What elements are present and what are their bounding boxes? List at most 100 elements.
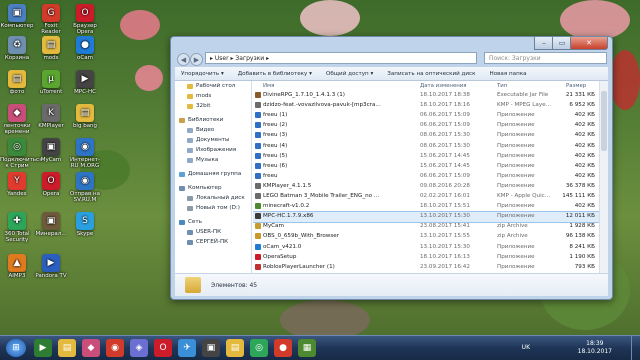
nav-item[interactable]: Рабочий стол: [187, 83, 235, 89]
file-row[interactable]: dzidzo-feat.-vovazilvova-pavuk-[mp3cra..…: [253, 101, 600, 111]
file-row[interactable]: freeu (6) 15.06.2017 14:45 Приложение 402 К…: [253, 162, 600, 172]
desktop-shortcut[interactable]: ▤ mods: [34, 36, 68, 61]
scrollbar-thumb[interactable]: [601, 91, 607, 151]
nav-item[interactable]: 32bit: [187, 103, 210, 109]
file-row[interactable]: OperaSetup 18.10.2017 16:13 Приложение 1 19…: [253, 253, 600, 263]
file-row[interactable]: MyCam 23.08.2017 15:41 zip Archive 1 928 КБ: [253, 222, 600, 232]
taskbar-media-icon[interactable]: ◆: [82, 339, 100, 357]
nav-item[interactable]: Локальный диск: [187, 195, 245, 201]
nav-item-label: Изображения: [196, 147, 237, 153]
file-row[interactable]: freeu (4) 08.06.2017 15:30 Приложение 402 К…: [253, 142, 600, 152]
share-button[interactable]: Общий доступ ▾: [326, 71, 373, 77]
file-row[interactable]: MPC-HC.1.7.9.x86 13.10.2017 15:30 Приложен…: [253, 211, 600, 224]
taskbar-app5-icon[interactable]: ◈: [130, 339, 148, 357]
file-row[interactable]: KMPlayer_4.1.1.5 09.08.2016 20:28 Приложен…: [253, 182, 600, 192]
taskbar-explorer2-icon[interactable]: ▤: [226, 339, 244, 357]
nav-item[interactable]: Сеть: [179, 219, 202, 225]
desktop-shortcut[interactable]: ◉ Интернет-RU M.ORG: [68, 138, 102, 169]
desktop-shortcut[interactable]: O Opera: [34, 172, 68, 197]
net-icon: [179, 219, 185, 225]
file-row[interactable]: freeu (2) 06.06.2017 15:09 Приложение 402 К…: [253, 121, 600, 131]
burn-disc-button[interactable]: Записать на оптический диск: [387, 71, 475, 77]
taskbar-app8-icon[interactable]: ▣: [202, 339, 220, 357]
desktop-shortcut[interactable]: ◉ Отправ на SV.RU.M: [68, 172, 102, 203]
desktop-shortcut[interactable]: S Skype: [68, 212, 102, 237]
show-desktop-button[interactable]: [631, 336, 640, 360]
desktop-shortcut[interactable]: µ uTorrent: [34, 70, 68, 95]
taskbar-app10-icon[interactable]: ◎: [250, 339, 268, 357]
column-header-type[interactable]: Тип: [497, 81, 507, 90]
file-row[interactable]: freeu 06.06.2017 15:09 Приложение 402 КБ: [253, 172, 600, 182]
taskbar-app7-icon[interactable]: ✈: [178, 339, 196, 357]
organize-button[interactable]: Упорядочить ▾: [181, 71, 224, 77]
pavement-decoration: [280, 300, 370, 340]
nav-item[interactable]: USER-ПК: [187, 229, 221, 235]
nav-item[interactable]: Музыка: [187, 157, 218, 163]
minimize-button[interactable]: –: [534, 37, 554, 50]
maximize-button[interactable]: ▭: [552, 37, 572, 50]
desktop-shortcut[interactable]: Y Yandex: [0, 172, 34, 197]
file-row[interactable]: freeu (3) 08.06.2017 15:30 Приложение 402 К…: [253, 131, 600, 141]
file-row[interactable]: freeu (1) 06.06.2017 15:09 Приложение 402 К…: [253, 111, 600, 121]
taskbar-chrome-icon[interactable]: ◉: [106, 339, 124, 357]
back-button[interactable]: ◀: [177, 53, 190, 66]
taskbar-opera-icon[interactable]: O: [154, 339, 172, 357]
add-to-library-button[interactable]: Добавить в библиотеку ▾: [238, 71, 312, 77]
nav-item[interactable]: Изображения: [187, 147, 236, 153]
desktop-shortcut[interactable]: ▣ Минерал...: [34, 212, 68, 237]
desktop-shortcut[interactable]: ♻ Корзина: [0, 36, 34, 61]
column-header-size[interactable]: Размер: [566, 81, 586, 90]
nav-item[interactable]: Новый том (D:): [187, 205, 240, 211]
clock[interactable]: 18:39 18.10.2017: [578, 340, 612, 356]
taskbar-app12-icon[interactable]: ▦: [298, 339, 316, 357]
file-row[interactable]: oCam_v421.0 13.10.2017 15:30 Приложение 8 2…: [253, 243, 600, 253]
desktop-shortcut[interactable]: ◆ ленточки времени: [0, 104, 34, 135]
taskbar-app11-icon[interactable]: ●: [274, 339, 292, 357]
desktop-shortcut[interactable]: K KMPlayer: [34, 104, 68, 129]
column-header-name[interactable]: Имя: [263, 81, 274, 90]
shortcut-icon: K: [42, 104, 60, 122]
file-row[interactable]: RobloxPlayerLauncher (1) 23.09.2017 16:42…: [253, 263, 600, 273]
nav-item[interactable]: СЕРГЕЙ-ПК: [187, 239, 228, 245]
desktop-shortcut[interactable]: ▣ MyCam: [34, 138, 68, 163]
file-row[interactable]: DivineRPG_1.7.10_1.4.1.3 (1) 18.10.2017 1…: [253, 91, 600, 101]
desktop-shortcut[interactable]: ◎ Подключиться к Стрим: [0, 138, 42, 169]
desktop-shortcut[interactable]: ▤ фото: [0, 70, 34, 95]
address-bar[interactable]: ▸ User ▸ Загрузки ▸: [205, 52, 477, 64]
vertical-scrollbar[interactable]: [599, 81, 608, 273]
file-name: minecraft-v1.0.2: [263, 203, 310, 210]
nav-item[interactable]: mods: [187, 93, 211, 99]
file-row[interactable]: minecraft-v1.0.2 18.10.2017 15:51 Приложен…: [253, 202, 600, 212]
taskbar-player-icon[interactable]: ▶: [34, 339, 52, 357]
nav-item[interactable]: Компьютер: [179, 185, 222, 191]
search-input[interactable]: Поиск: Загрузки: [484, 52, 607, 64]
desktop-shortcut[interactable]: ✚ 360 Total Security: [0, 212, 34, 243]
language-indicator[interactable]: UK: [522, 344, 530, 351]
window-titlebar[interactable]: – ▭ ✕: [171, 37, 612, 51]
shortcut-icon: ▲: [8, 254, 26, 272]
explorer-window[interactable]: – ▭ ✕ ◀ ▶ ▸ User ▸ Загрузки ▸ Поиск: Заг…: [170, 36, 613, 300]
start-button[interactable]: ⊞: [6, 339, 26, 357]
column-header-date[interactable]: Дата изменения: [420, 81, 467, 90]
taskbar-explorer-icon[interactable]: ▤: [58, 339, 76, 357]
nav-item[interactable]: Видео: [187, 127, 214, 133]
desktop-shortcut[interactable]: ● oCam: [68, 36, 102, 61]
new-folder-button[interactable]: Новая папка: [489, 71, 526, 77]
nav-item[interactable]: Документы: [187, 137, 229, 143]
nav-item[interactable]: Домашняя группа: [179, 171, 241, 177]
close-button[interactable]: ✕: [570, 37, 608, 50]
file-row[interactable]: OBS_0_659b_With_Browser 13.10.2017 15:55 z…: [253, 232, 600, 242]
desktop-shortcut[interactable]: G Foxit Reader: [34, 4, 68, 35]
file-row[interactable]: freeu (5) 15.06.2017 14:45 Приложение 402 К…: [253, 152, 600, 162]
file-row[interactable]: LEGO Batman 3_Mobile Trailer_ENG_no ... 0…: [253, 192, 600, 202]
desktop-shortcut[interactable]: ▲ AIMP3: [0, 254, 34, 279]
desktop-shortcut[interactable]: ▣ Компьютер: [0, 4, 34, 29]
file-name: freeu (3): [263, 132, 288, 139]
desktop-shortcut[interactable]: O Браузер Opera: [68, 4, 102, 35]
desktop-shortcut[interactable]: ▶ MPC-HC: [68, 70, 102, 95]
forward-button[interactable]: ▶: [190, 53, 203, 66]
desktop-shortcut[interactable]: ▤ big bang: [68, 104, 102, 129]
window-content: Рабочий стол mods 32bit Библиотеки Видео Доку…: [175, 81, 608, 273]
desktop-shortcut[interactable]: ▶ Pandora TV: [34, 254, 68, 279]
nav-item[interactable]: Библиотеки: [179, 117, 223, 123]
